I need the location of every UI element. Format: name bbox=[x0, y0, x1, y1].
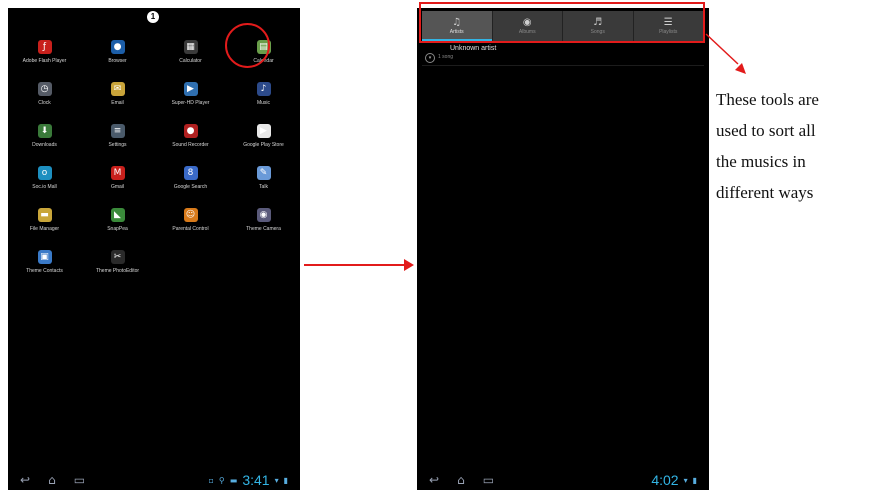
battery-icon: ▮ bbox=[283, 475, 288, 485]
calendar-highlight-circle bbox=[225, 23, 270, 68]
app-clock[interactable]: ◷ Clock bbox=[8, 72, 81, 114]
app-label: File Manager bbox=[29, 226, 60, 232]
app-label: Theme Contacts bbox=[26, 268, 63, 274]
app-label: Settings bbox=[108, 142, 127, 148]
app-adobe-flash-player[interactable]: ƒ Adobe Flash Player bbox=[8, 30, 81, 72]
caption-line: used to sort all bbox=[716, 121, 816, 140]
back-icon[interactable]: ↩ bbox=[429, 473, 439, 487]
app-snappea[interactable]: ◣ SnapPea bbox=[81, 198, 154, 240]
app-label: Theme Camera bbox=[246, 226, 281, 232]
app-google-search[interactable]: 8 Google Search bbox=[154, 156, 227, 198]
app-label: Calculator bbox=[179, 58, 202, 64]
tabs-highlight-box bbox=[419, 2, 705, 43]
status-clock: 4:02 bbox=[651, 472, 679, 488]
status-clock: 3:41 bbox=[242, 472, 270, 488]
app-label: Adobe Flash Player bbox=[22, 58, 67, 64]
page-indicator: 1 bbox=[147, 11, 159, 23]
app-label: Parental Control bbox=[172, 226, 209, 232]
app-google-play-store[interactable]: ▶ Google Play Store bbox=[227, 114, 300, 156]
contacts-icon: ▣ bbox=[37, 250, 52, 264]
artist-name: Unknown artist bbox=[450, 45, 497, 52]
snappea-icon: ◣ bbox=[110, 208, 125, 222]
app-gmail[interactable]: M Gmail bbox=[81, 156, 154, 198]
app-settings[interactable]: ≡ Settings bbox=[81, 114, 154, 156]
photo-editor-icon: ✂ bbox=[110, 250, 125, 264]
app-label: Super-HD Player bbox=[171, 100, 210, 106]
app-label: Email bbox=[111, 100, 124, 106]
app-music[interactable]: ♪ Music bbox=[227, 72, 300, 114]
folder-icon: ▬ bbox=[37, 208, 52, 222]
app-drawer-screen: 1 ƒ Adobe Flash Player ● Browser ▦ Calculator… bbox=[8, 8, 300, 490]
home-icon[interactable]: ⌂ bbox=[457, 473, 465, 487]
app-label: Gmail bbox=[110, 184, 125, 190]
app-downloads[interactable]: ⬇ Downloads bbox=[8, 114, 81, 156]
search-icon: 8 bbox=[183, 166, 198, 180]
app-calculator[interactable]: ▦ Calculator bbox=[154, 30, 227, 72]
arrow-right-icon bbox=[304, 259, 414, 271]
caption-line: These tools are bbox=[716, 90, 819, 109]
calculator-icon: ▦ bbox=[183, 40, 198, 54]
annotation-caption: These tools are used to sort all the mus… bbox=[716, 84, 891, 208]
clock-icon: ◷ bbox=[37, 82, 52, 96]
app-theme-photoeditor[interactable]: ✂ Theme PhotoEditor bbox=[81, 240, 154, 282]
app-email[interactable]: ✉ Email bbox=[81, 72, 154, 114]
app-theme-camera[interactable]: ◉ Theme Camera bbox=[227, 198, 300, 240]
app-parental-control[interactable]: ☺ Parental Control bbox=[154, 198, 227, 240]
download-icon: ⬇ bbox=[37, 124, 52, 138]
socio-mall-icon: ο bbox=[37, 166, 52, 180]
app-grid: ƒ Adobe Flash Player ● Browser ▦ Calculator ▤ C… bbox=[8, 30, 300, 282]
music-screen: ♫ Artists ◉ Albums ♬ Songs ☰ Playlists ▾ Unknow… bbox=[417, 8, 709, 490]
recent-apps-icon[interactable]: ▭ bbox=[74, 473, 85, 487]
app-label: Soc.io Mall bbox=[32, 184, 57, 190]
gmail-icon: M bbox=[110, 166, 125, 180]
battery-icon: ▮ bbox=[692, 475, 697, 485]
caption-line: different ways bbox=[716, 183, 814, 202]
app-browser[interactable]: ● Browser bbox=[81, 30, 154, 72]
home-icon[interactable]: ⌂ bbox=[48, 473, 56, 487]
wifi-icon: ▾ bbox=[683, 475, 688, 485]
app-super-hd-player[interactable]: ▶ Super-HD Player bbox=[154, 72, 227, 114]
flash-icon: ƒ bbox=[37, 40, 52, 54]
app-label: Browser bbox=[108, 58, 127, 64]
notification-icon: ▫ bbox=[208, 475, 214, 485]
expand-icon[interactable]: ▾ bbox=[425, 53, 435, 63]
usb-icon: ⚲ bbox=[218, 475, 225, 485]
app-label: Clock bbox=[38, 100, 51, 106]
app-label: Google Search bbox=[173, 184, 208, 190]
globe-icon: ● bbox=[110, 40, 125, 54]
list-item[interactable]: ▾ Unknown artist 1 song bbox=[422, 45, 704, 66]
talk-icon: ✎ bbox=[256, 166, 271, 180]
camera-icon: ◉ bbox=[256, 208, 271, 222]
song-count: 1 song bbox=[438, 54, 454, 60]
back-icon[interactable]: ↩ bbox=[20, 473, 30, 487]
email-icon: ✉ bbox=[110, 82, 125, 96]
music-icon: ♪ bbox=[256, 82, 271, 96]
recent-apps-icon[interactable]: ▭ bbox=[483, 473, 494, 487]
app-soc-io-mall[interactable]: ο Soc.io Mall bbox=[8, 156, 81, 198]
wifi-icon: ▾ bbox=[274, 475, 279, 485]
app-sound-recorder[interactable]: ● Sound Recorder bbox=[154, 114, 227, 156]
microphone-icon: ● bbox=[183, 124, 198, 138]
parental-control-icon: ☺ bbox=[183, 208, 198, 222]
app-file-manager[interactable]: ▬ File Manager bbox=[8, 198, 81, 240]
status-area: ▫ ⚲ ▬ 3:41 ▾ ▮ bbox=[208, 472, 288, 488]
app-label: Sound Recorder bbox=[172, 142, 209, 148]
sd-card-icon: ▬ bbox=[229, 475, 238, 485]
app-label: Music bbox=[256, 100, 271, 106]
app-label: Talk bbox=[259, 184, 268, 190]
status-area: 4:02 ▾ ▮ bbox=[651, 472, 697, 488]
settings-icon: ≡ bbox=[110, 124, 125, 138]
app-label: Google Play Store bbox=[243, 142, 284, 148]
caption-line: the musics in bbox=[716, 152, 806, 171]
app-label: Theme PhotoEditor bbox=[95, 268, 140, 274]
app-talk[interactable]: ✎ Talk bbox=[227, 156, 300, 198]
app-label: Downloads bbox=[32, 142, 57, 148]
app-label: SnapPea bbox=[107, 226, 128, 232]
arrow-down-right-icon bbox=[705, 33, 746, 74]
video-icon: ▶ bbox=[183, 82, 198, 96]
app-theme-contacts[interactable]: ▣ Theme Contacts bbox=[8, 240, 81, 282]
play-store-icon: ▶ bbox=[256, 124, 271, 138]
